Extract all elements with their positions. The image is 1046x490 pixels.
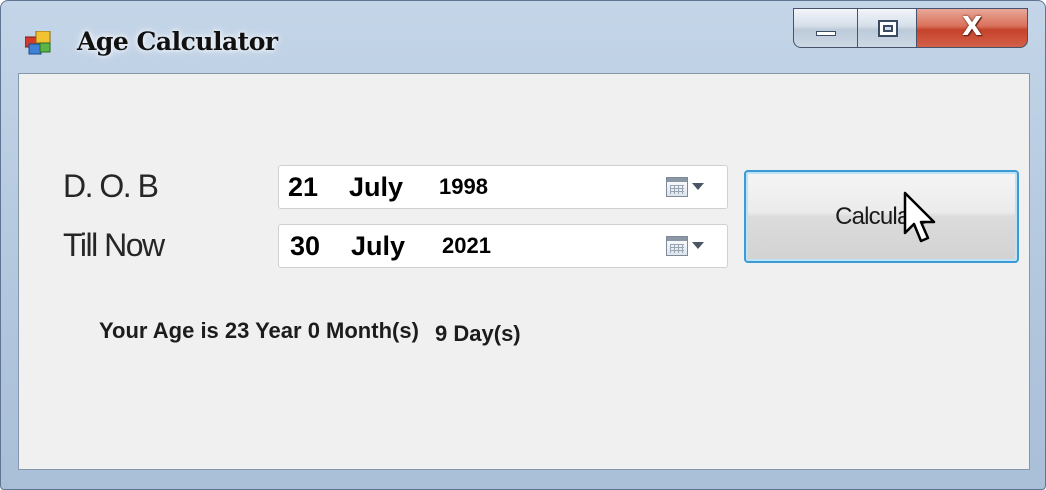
maximize-button[interactable] bbox=[857, 8, 917, 48]
till-now-month[interactable]: July bbox=[351, 225, 405, 267]
minimize-icon bbox=[816, 31, 836, 36]
mouse-cursor-icon bbox=[903, 191, 936, 243]
chevron-down-icon[interactable] bbox=[692, 242, 704, 249]
age-result-days: 9 Day(s) bbox=[435, 321, 521, 346]
till-now-year[interactable]: 2021 bbox=[442, 225, 491, 267]
age-result-text: Your Age is 23 Year 0 Month(s) bbox=[99, 318, 419, 343]
till-now-date-picker[interactable]: 30 July 2021 bbox=[278, 224, 728, 268]
minimize-button[interactable] bbox=[793, 8, 858, 48]
dob-label: D. O. B bbox=[63, 168, 159, 204]
window-title: Age Calculator bbox=[77, 27, 278, 56]
client-area: D. O. B Till Now 21 July 1998 30 July 20… bbox=[18, 73, 1030, 470]
title-bar[interactable]: Age Calculator X bbox=[1, 1, 1045, 73]
close-icon: X bbox=[961, 12, 983, 42]
till-now-label: Till Now bbox=[63, 227, 165, 263]
dob-year[interactable]: 1998 bbox=[439, 166, 488, 208]
till-now-day[interactable]: 30 bbox=[290, 225, 320, 267]
chevron-down-icon[interactable] bbox=[692, 183, 704, 190]
calculate-button[interactable]: Calculate bbox=[744, 170, 1019, 263]
dob-month[interactable]: July bbox=[349, 166, 403, 208]
calendar-icon[interactable] bbox=[666, 177, 688, 197]
app-icon bbox=[25, 31, 51, 55]
app-window: Age Calculator X D. O. B Till Now 21 Jul… bbox=[0, 0, 1046, 490]
maximize-icon bbox=[878, 20, 898, 37]
close-button[interactable]: X bbox=[916, 8, 1028, 48]
calendar-icon[interactable] bbox=[666, 236, 688, 256]
dob-date-picker[interactable]: 21 July 1998 bbox=[278, 165, 728, 209]
age-result: Your Age is 23 Year 0 Month(s) 9 Day(s) bbox=[99, 318, 521, 346]
dob-day[interactable]: 21 bbox=[288, 166, 318, 208]
